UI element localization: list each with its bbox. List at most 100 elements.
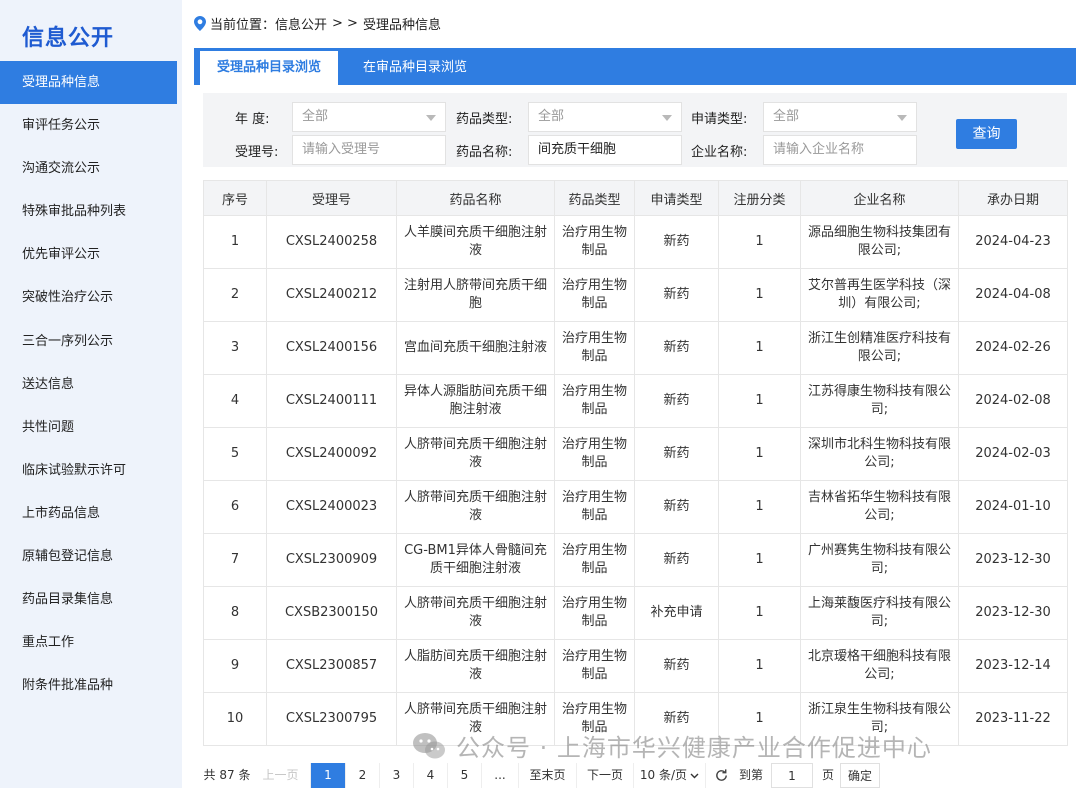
sidebar-title: 信息公开	[22, 26, 115, 51]
cell-drug-name: CG-BM1异体人骨髓间充质干细胞注射液	[396, 533, 555, 587]
cell-index: 10	[203, 692, 267, 746]
sidebar-item-key-work[interactable]: 重点工作	[0, 621, 177, 664]
drug-name-input[interactable]: 间充质干细胞	[528, 135, 682, 165]
cell-apply-type: 新药	[634, 215, 719, 269]
cell-reg-category: 1	[718, 215, 801, 269]
table-row: 5 CXSL2400092 人脐带间充质干细胞注射液 治疗用生物制品 新药 1 深圳市北科生…	[203, 427, 1068, 481]
sidebar-item-accepted-varieties[interactable]: 受理品种信息	[0, 61, 177, 105]
cell-date: 2024-01-10	[958, 480, 1068, 534]
total-count: 共 87 条	[203, 768, 251, 782]
header-apply-type: 申请类型	[634, 180, 719, 216]
cell-reg-category: 1	[718, 427, 801, 481]
cell-accept-no: CXSL2300857	[266, 639, 397, 693]
sidebar-item-special-approval[interactable]: 特殊审批品种列表	[0, 190, 177, 233]
cell-accept-no: CXSL2400092	[266, 427, 397, 481]
breadcrumb-link-info-disclosure[interactable]: 信息公开	[275, 14, 327, 33]
sidebar-item-three-in-one[interactable]: 三合一序列公示	[0, 320, 177, 363]
cell-company: 上海莱馥医疗科技有限公司;	[800, 586, 959, 640]
accept-no-input[interactable]: 请输入受理号	[292, 135, 446, 165]
company-input[interactable]: 请输入企业名称	[763, 135, 917, 165]
drug-type-label: 药品类型:	[456, 112, 513, 127]
accept-no-label: 受理号:	[235, 145, 279, 160]
watermark-text: 公众号 · 上海市华兴健康产业合作促进中心	[456, 734, 932, 762]
goto-label: 到第	[738, 768, 763, 782]
cell-index: 8	[203, 586, 267, 640]
cell-accept-no: CXSL2300909	[266, 533, 397, 587]
query-button[interactable]: 查询	[956, 119, 1017, 149]
tab-accepted-catalog[interactable]: 受理品种目录浏览	[200, 51, 338, 85]
cell-drug-type: 治疗用生物制品	[554, 374, 635, 428]
page-button-5[interactable]: 5	[448, 763, 482, 788]
cell-drug-type: 治疗用生物制品	[554, 639, 635, 693]
last-page-button[interactable]: 至末页	[519, 763, 577, 788]
page-button-2[interactable]: 2	[346, 763, 380, 788]
cell-index: 5	[203, 427, 267, 481]
table-row: 1 CXSL2400258 人羊膜间充质干细胞注射液 治疗用生物制品 新药 1 源品细胞生物…	[203, 215, 1068, 269]
refresh-button[interactable]	[706, 763, 736, 788]
sidebar: 信息公开 受理品种信息 审评任务公示 沟通交流公示 特殊审批品种列表 优先审评公…	[0, 0, 182, 788]
goto-confirm-button[interactable]: 确定	[840, 763, 880, 788]
sidebar-item-review-tasks[interactable]: 审评任务公示	[0, 104, 177, 147]
sidebar-item-conditional-approval[interactable]: 附条件批准品种	[0, 664, 177, 707]
page-ellipsis: ...	[482, 763, 519, 788]
page-button-4[interactable]: 4	[414, 763, 448, 788]
cell-date: 2024-02-26	[958, 321, 1068, 375]
header-accept-no: 受理号	[266, 180, 397, 216]
header-drug-name: 药品名称	[396, 180, 555, 216]
sidebar-item-drug-catalog[interactable]: 药品目录集信息	[0, 578, 177, 621]
cell-apply-type: 新药	[634, 639, 719, 693]
page-button-3[interactable]: 3	[380, 763, 414, 788]
sidebar-item-delivery-info[interactable]: 送达信息	[0, 363, 177, 406]
watermark: 公众号 · 上海市华兴健康产业合作促进中心	[412, 728, 932, 763]
breadcrumb-current: 受理品种信息	[362, 17, 441, 33]
page-unit-label: 页	[821, 768, 834, 782]
tab-under-review-catalog[interactable]: 在审品种目录浏览	[346, 48, 484, 85]
cell-accept-no: CXSL2400212	[266, 268, 397, 322]
cell-drug-type: 治疗用生物制品	[554, 427, 635, 481]
breadcrumb-separator: > >	[332, 15, 358, 31]
apply-type-select[interactable]: 全部	[763, 102, 917, 132]
cell-company: 深圳市北科生物科技有限公司;	[800, 427, 959, 481]
pagination: 共 87 条 上一页 1 2 3 4 5 ... 至末页 下一页 10 条/页 …	[203, 763, 880, 788]
table-header-row: 序号 受理号 药品名称 药品类型 申请类型 注册分类 企业名称 承办日期	[203, 180, 1068, 216]
page-button-1[interactable]: 1	[311, 763, 346, 788]
sidebar-item-api-registration[interactable]: 原辅包登记信息	[0, 535, 177, 578]
year-label: 年 度:	[235, 112, 270, 127]
cell-reg-category: 1	[718, 321, 801, 375]
sidebar-item-priority-review[interactable]: 优先审评公示	[0, 233, 177, 276]
cell-drug-name: 宫血间充质干细胞注射液	[396, 321, 555, 375]
goto-page-input[interactable]: 1	[771, 763, 813, 788]
sidebar-item-breakthrough-therapy[interactable]: 突破性治疗公示	[0, 276, 177, 319]
cell-index: 3	[203, 321, 267, 375]
sidebar-item-communication[interactable]: 沟通交流公示	[0, 147, 177, 190]
breadcrumb-prefix: 当前位置：	[210, 17, 276, 33]
drug-name-label: 药品名称:	[456, 145, 513, 160]
cell-index: 7	[203, 533, 267, 587]
cell-company: 江苏得康生物科技有限公司;	[800, 374, 959, 428]
cell-accept-no: CXSL2300795	[266, 692, 397, 746]
cell-date: 2023-12-30	[958, 586, 1068, 640]
cell-reg-category: 1	[718, 533, 801, 587]
page-size-select[interactable]: 10 条/页	[634, 763, 706, 788]
year-select[interactable]: 全部	[292, 102, 446, 132]
cell-drug-type: 治疗用生物制品	[554, 321, 635, 375]
sidebar-item-marketed-drugs[interactable]: 上市药品信息	[0, 492, 177, 535]
prev-page-button[interactable]: 上一页	[251, 763, 311, 788]
cell-date: 2023-12-14	[958, 639, 1068, 693]
cell-drug-name: 人脐带间充质干细胞注射液	[396, 480, 555, 534]
cell-apply-type: 补充申请	[634, 586, 719, 640]
header-drug-type: 药品类型	[554, 180, 635, 216]
sidebar-item-common-issues[interactable]: 共性问题	[0, 406, 177, 449]
chevron-down-icon	[662, 115, 672, 121]
cell-apply-type: 新药	[634, 533, 719, 587]
cell-reg-category: 1	[718, 268, 801, 322]
next-page-button[interactable]: 下一页	[577, 763, 634, 788]
cell-index: 1	[203, 215, 267, 269]
cell-date: 2024-04-08	[958, 268, 1068, 322]
drug-type-select[interactable]: 全部	[528, 102, 682, 132]
apply-type-select-value: 全部	[773, 109, 800, 124]
sidebar-item-clinical-trial-permit[interactable]: 临床试验默示许可	[0, 449, 177, 492]
chevron-down-icon	[426, 115, 436, 121]
cell-reg-category: 1	[718, 374, 801, 428]
cell-reg-category: 1	[718, 639, 801, 693]
